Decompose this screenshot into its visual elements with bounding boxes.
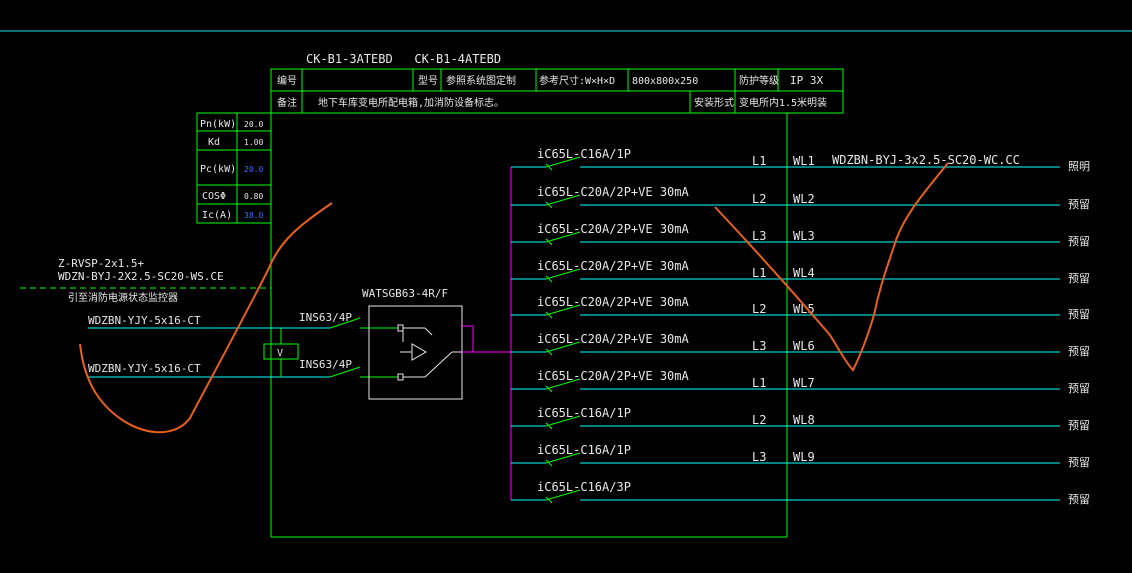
param-ic-label: Ic(A)	[202, 210, 232, 221]
circuit-2-loop: WL2	[793, 192, 815, 206]
param-ic-value: 38.0	[244, 211, 263, 220]
schematic-canvas: CK-B1-3ATEBD CK-B1-4ATEBD 编号 型号 参照系统图定制 …	[0, 30, 1132, 538]
param-pn-label: Pn(kW)	[200, 119, 236, 130]
circuit-7-use: 预留	[1068, 382, 1090, 395]
circuit-2-use: 预留	[1068, 198, 1090, 211]
install-label: 安装形式	[694, 96, 734, 109]
circuit-4-phase: L1	[752, 266, 766, 280]
circuit-2-breaker-label: iC65L-C20A/2P+VE 30mA	[537, 185, 689, 199]
circuit-9-loop: WL9	[793, 450, 815, 464]
circuit-4-breaker-label: iC65L-C20A/2P+VE 30mA	[537, 259, 689, 273]
circuit-9-use: 预留	[1068, 456, 1090, 469]
circuit-10-use: 预留	[1068, 493, 1090, 506]
param-pc-value: 20.0	[244, 165, 263, 174]
param-kd-value: 1.00	[244, 138, 263, 147]
switch-2-label: INS63/4P	[299, 358, 352, 371]
circuit-8-use: 预留	[1068, 419, 1090, 432]
outgoing-circuits: iC65L-C16A/1P L1 WL1 WDZBN-BYJ-3x2.5-SC20-W…	[511, 147, 1090, 506]
circuit-4-use: 预留	[1068, 272, 1090, 285]
circuit-3-phase: L3	[752, 229, 766, 243]
circuit-6-breaker-label: iC65L-C20A/2P+VE 30mA	[537, 332, 689, 346]
circuit-1-phase: L1	[752, 154, 766, 168]
panel-boundary	[270, 113, 788, 538]
monitor-cable-2: WDZN-BYJ-2X2.5-SC20-WS.CE	[58, 270, 224, 283]
monitor-note: 引至消防电源状态监控器	[68, 291, 178, 304]
annotation-stroke-right	[714, 162, 949, 372]
circuit-9-phase: L3	[752, 450, 766, 464]
circuit-7-loop: WL7	[793, 376, 815, 390]
circuit-9-breaker-label: iC65L-C16A/1P	[537, 443, 631, 457]
circuit-5-phase: L2	[752, 302, 766, 316]
circuit-8-breaker-label: iC65L-C16A/1P	[537, 406, 631, 420]
protect-label: 防护等级	[739, 74, 779, 87]
circuit-1-cable: WDZBN-BYJ-3x2.5-SC20-WC.CC	[832, 153, 1020, 167]
circuit-10-breaker-label: iC65L-C16A/3P	[537, 480, 631, 494]
circuit-5-breaker-label: iC65L-C20A/2P+VE 30mA	[537, 295, 689, 309]
param-cos-label: COSΦ	[202, 191, 226, 202]
dims-label: 参考尺寸:W×H×D	[539, 74, 615, 87]
ats-label: WATSGB63-4R/F	[362, 287, 448, 300]
note-value: 地下车库变电所配电箱,加消防设备标志。	[318, 96, 504, 109]
protect-value: IP 3X	[790, 74, 823, 87]
circuit-7-breaker-label: iC65L-C20A/2P+VE 30mA	[537, 369, 689, 383]
circuit-5-use: 预留	[1068, 308, 1090, 321]
circuit-1-use: 照明	[1068, 160, 1090, 173]
voltage-symbol: V	[277, 348, 283, 359]
circuit-2-phase: L2	[752, 192, 766, 206]
circuit-1-breaker-label: iC65L-C16A/1P	[537, 147, 631, 161]
circuit-6-use: 预留	[1068, 345, 1090, 358]
feeder-2-label: WDZBN-YJY-5x16-CT	[88, 362, 201, 375]
install-value: 变电所内1.5米明装	[739, 96, 827, 109]
bh-label: 编号	[277, 74, 297, 87]
circuit-7-phase: L1	[752, 376, 766, 390]
param-pn-value: 20.0	[244, 120, 263, 129]
circuit-6-loop: WL6	[793, 339, 815, 353]
model-label: 型号	[418, 74, 438, 87]
circuit-8-phase: L2	[752, 413, 766, 427]
circuit-8-loop: WL8	[793, 413, 815, 427]
note-label: 备注	[277, 96, 297, 109]
circuit-3-breaker-label: iC65L-C20A/2P+VE 30mA	[537, 222, 689, 236]
circuit-3-use: 预留	[1068, 235, 1090, 248]
panel-ids: CK-B1-3ATEBD CK-B1-4ATEBD	[306, 52, 501, 66]
param-kd-label: Kd	[208, 137, 220, 148]
ats-box	[368, 305, 463, 400]
model-value: 参照系统图定制	[446, 74, 516, 87]
switch-1-label: INS63/4P	[299, 311, 352, 324]
ats-symbol	[397, 324, 462, 381]
param-cos-value: 0.80	[244, 192, 263, 201]
param-pc-label: Pc(kW)	[200, 164, 236, 175]
monitor-cable-1: Z-RVSP-2x1.5+	[58, 257, 144, 270]
ats-output-bus	[462, 325, 511, 353]
feeder-1-label: WDZBN-YJY-5x16-CT	[88, 314, 201, 327]
dims-value: 800x800x250	[632, 76, 698, 87]
circuit-1-loop: WL1	[793, 154, 815, 168]
circuit-4-loop: WL4	[793, 266, 815, 280]
circuit-6-phase: L3	[752, 339, 766, 353]
circuit-3-loop: WL3	[793, 229, 815, 243]
